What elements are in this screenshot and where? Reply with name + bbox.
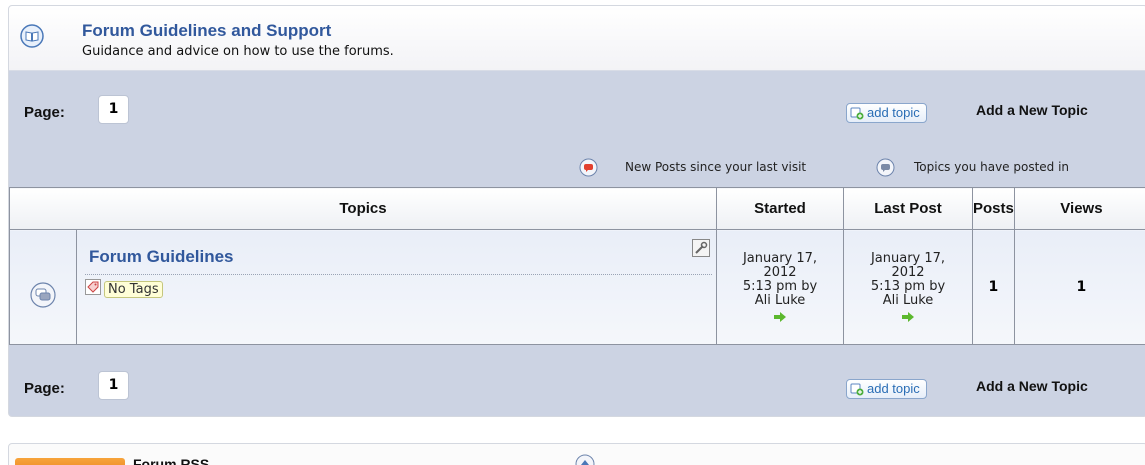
- scroll-up-icon[interactable]: [575, 454, 595, 465]
- started-cell: January 17, 2012 5:13 pm by Ali Luke: [716, 229, 844, 345]
- page-number[interactable]: 1: [98, 371, 129, 400]
- started-date-line-1: January 17,: [742, 251, 818, 266]
- started-date-line-2: 2012: [763, 265, 797, 280]
- add-topic-button-label: add topic: [867, 381, 920, 396]
- forum-header: Forum Guidelines and Support Guidance an…: [9, 6, 1145, 71]
- posted-in-icon: [876, 158, 895, 177]
- forum-rss-button[interactable]: [15, 458, 125, 465]
- no-tags-badge: No Tags: [104, 280, 163, 298]
- legend-new-posts: New Posts since your last visit: [625, 160, 807, 174]
- rss-panel: Forum RSS: [8, 443, 1145, 465]
- header-last-post: Last Post: [843, 187, 973, 230]
- topics-table: Topics Started Last Post Posts Views For…: [9, 187, 1145, 345]
- table-header-row: Topics Started Last Post Posts Views: [9, 187, 1145, 230]
- topic-divider: [85, 273, 712, 275]
- last-post-time-line: 5:13 pm by: [870, 279, 946, 294]
- new-posts-icon: [579, 158, 598, 177]
- header-views: Views: [1013, 187, 1145, 230]
- forum-title[interactable]: Forum Guidelines and Support: [82, 21, 331, 41]
- forum-rss-label: Forum RSS: [133, 456, 210, 465]
- forum-panel: Forum Guidelines and Support Guidance an…: [8, 5, 1145, 417]
- started-author[interactable]: Ali Luke: [717, 294, 843, 308]
- wrench-icon[interactable]: [692, 238, 710, 257]
- arrow-right-icon[interactable]: [774, 312, 786, 322]
- add-topic-text[interactable]: Add a New Topic: [976, 378, 1088, 394]
- header-posts: Posts: [972, 187, 1015, 230]
- started-time-line: 5:13 pm by: [742, 279, 818, 294]
- add-topic-button[interactable]: add topic: [846, 379, 927, 399]
- last-post-cell: January 17, 2012 5:13 pm by Ali Luke: [843, 229, 973, 345]
- pagination-bar-bottom: Page: 1 add topic Add a New Topic: [9, 360, 1145, 410]
- topic-status-icon: [30, 282, 56, 308]
- add-topic-icon: [850, 383, 864, 396]
- page-label: Page:: [24, 104, 65, 121]
- posts-count: 1: [972, 229, 1015, 345]
- page-number[interactable]: 1: [98, 95, 129, 124]
- add-topic-button[interactable]: add topic: [846, 103, 927, 123]
- arrow-right-icon[interactable]: [902, 312, 914, 322]
- page-label: Page:: [24, 380, 65, 397]
- add-topic-button-label: add topic: [867, 105, 920, 120]
- last-post-date-line-1: January 17,: [870, 251, 946, 266]
- topic-cell: Forum Guidelines No Tags: [76, 229, 717, 345]
- last-post-date-line-2: 2012: [891, 265, 925, 280]
- book-icon: [20, 24, 44, 48]
- header-started: Started: [716, 187, 844, 230]
- views-count: 1: [1013, 229, 1145, 345]
- topic-status-cell: [9, 229, 77, 345]
- tag-icon: [85, 278, 101, 295]
- add-topic-text[interactable]: Add a New Topic: [976, 102, 1088, 118]
- legend-posted-in: Topics you have posted in: [914, 160, 1070, 174]
- add-topic-icon: [850, 107, 864, 120]
- pagination-bar-top: Page: 1 add topic Add a New Topic: [9, 84, 1145, 134]
- table-row: Forum Guidelines No Tags January 17, 201…: [9, 229, 1145, 345]
- topic-title-link[interactable]: Forum Guidelines: [89, 247, 234, 267]
- header-topics: Topics: [9, 187, 717, 230]
- forum-description: Guidance and advice on how to use the fo…: [82, 44, 394, 59]
- last-post-author[interactable]: Ali Luke: [844, 294, 972, 308]
